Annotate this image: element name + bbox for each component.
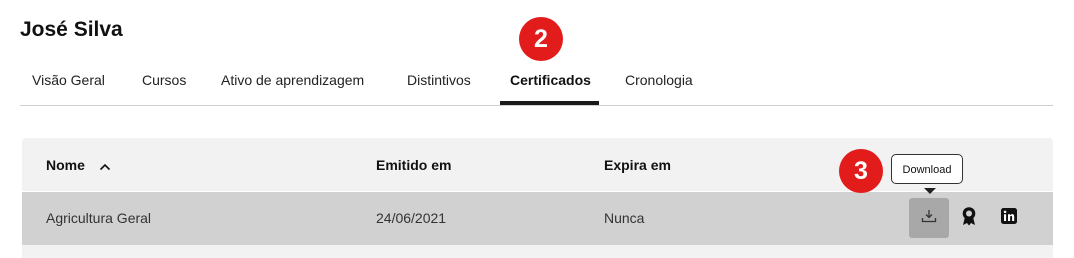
- download-tooltip: Download: [891, 154, 963, 184]
- linkedin-share-button[interactable]: [989, 198, 1029, 238]
- tab-learning-assets[interactable]: Ativo de aprendizagem: [221, 72, 364, 88]
- chevron-up-icon[interactable]: [99, 158, 111, 174]
- certificate-name: Agricultura Geral: [46, 210, 152, 226]
- linkedin-icon: [1001, 207, 1017, 229]
- issued-date: 24/06/2021: [376, 210, 447, 226]
- download-icon: [921, 209, 937, 228]
- column-header-name-label: Nome: [46, 157, 85, 173]
- table-row: Agricultura Geral 24/06/2021 Nunca: [22, 192, 1053, 245]
- tab-timeline[interactable]: Cronologia: [625, 72, 693, 88]
- profile-tabs: Visão Geral Cursos Ativo de aprendizagem…: [20, 63, 1053, 106]
- user-name: José Silva: [20, 18, 123, 41]
- view-certificate-button[interactable]: [949, 198, 989, 238]
- step-marker-2: 2: [519, 17, 563, 61]
- download-tooltip-arrow: [924, 188, 936, 194]
- certificate-award-icon: [961, 206, 977, 231]
- download-button[interactable]: [909, 198, 949, 238]
- column-header-expires: Expira em: [604, 157, 671, 173]
- tab-badges[interactable]: Distintivos: [407, 72, 471, 88]
- step-marker-3: 3: [839, 149, 883, 193]
- table-footer-strip: [22, 245, 1053, 258]
- tab-courses[interactable]: Cursos: [142, 72, 186, 88]
- column-header-name[interactable]: Nome: [46, 157, 111, 174]
- expiry-value: Nunca: [604, 210, 645, 226]
- column-header-issued: Emitido em: [376, 157, 452, 173]
- tab-certificates[interactable]: Certificados: [510, 72, 591, 88]
- active-tab-indicator: [500, 101, 599, 105]
- tab-overview[interactable]: Visão Geral: [32, 72, 105, 88]
